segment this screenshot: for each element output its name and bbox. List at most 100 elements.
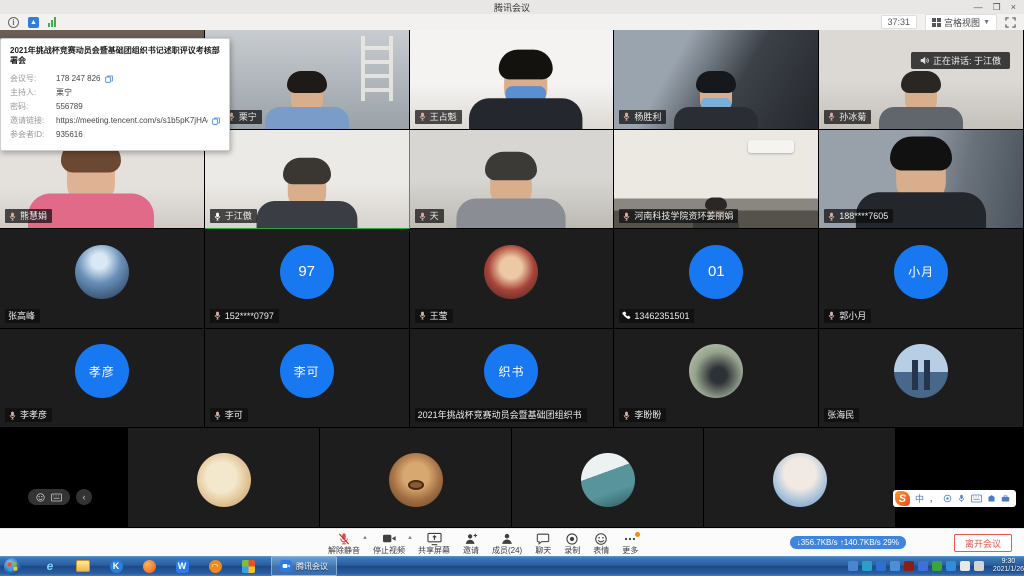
sogou-logo-icon[interactable]: S [895, 491, 910, 506]
participant-tile[interactable]: 孝彦李孝彦 [0, 329, 205, 429]
target-icon[interactable] [943, 494, 952, 503]
tray-qq-icon[interactable] [904, 561, 914, 571]
participant-name: 河南科技学院资环姜丽娟 [634, 210, 733, 222]
participant-tile[interactable]: 张海民 [819, 329, 1024, 429]
chevron-down-icon: ▼ [983, 19, 990, 26]
taskbar-app-k-app[interactable]: K [109, 559, 123, 573]
tray-shield-icon[interactable] [918, 561, 928, 571]
taskbar-app-sogou-browser[interactable] [142, 559, 156, 573]
toolbar-chat[interactable]: 聊天 [535, 532, 551, 555]
participant-tile[interactable]: 张高峰 [0, 229, 205, 329]
taskbar-app-ie-browser[interactable]: e [43, 559, 57, 573]
participant-tile[interactable]: 李盼盼 [614, 329, 819, 429]
avatar [894, 344, 948, 398]
toolbar-mic-muted[interactable]: ▲解除静音 [328, 532, 360, 555]
participant-name: 于江傲 [225, 210, 252, 222]
tray-cloud-icon[interactable] [862, 561, 872, 571]
toolbar-label: 邀请 [463, 546, 479, 555]
participant-namebar: 王占魁 [415, 110, 462, 124]
participant-name: 王占魁 [430, 111, 457, 123]
taskbar-app-file-explorer[interactable] [76, 559, 90, 573]
participant-tile[interactable]: 188****7605 [819, 130, 1024, 230]
clock-time: 9:30 [993, 558, 1024, 566]
participant-tile[interactable]: 织书2021年挑战杯竞赛动员会暨基础团组织书 [410, 329, 615, 429]
participant-tile[interactable]: 97152****0797 [205, 229, 410, 329]
maximize-button[interactable]: ❐ [993, 2, 1001, 13]
participant-tile[interactable]: 小月郭小月 [819, 229, 1024, 329]
taskbar-active-app[interactable]: 腾讯会议 [271, 556, 337, 576]
participant-tile[interactable]: 天 [410, 130, 615, 230]
meeting-info-row: 会议号:178 247 826 [10, 72, 220, 86]
participant-tile[interactable]: 于江傲 [205, 130, 410, 230]
taskbar-app-wifi-tool[interactable]: ◠ [208, 559, 222, 573]
participant-tile[interactable]: 孙冰菊 [819, 30, 1024, 130]
participant-tile[interactable] [128, 428, 320, 528]
reaction-quickbar[interactable] [28, 489, 70, 505]
network-quality-icon[interactable] [48, 17, 56, 27]
tray-wps-icon[interactable] [890, 561, 900, 571]
participant-tile[interactable]: 0113462351501 [614, 229, 819, 329]
copy-icon[interactable] [105, 75, 113, 83]
tencent-meeting-window: 腾讯会议 — ❐ × i ▲ 37:31 宫格视图 ▼ 栗宁王占魁杨胜利孙冰菊熊… [0, 0, 1024, 576]
participant-tile[interactable] [512, 428, 704, 528]
person-silhouette [452, 158, 572, 228]
camera-icon [382, 532, 397, 546]
leave-meeting-button[interactable]: 离开会议 [954, 534, 1012, 552]
meeting-info-icon[interactable]: i [8, 17, 19, 28]
taskbar-app-wps[interactable]: W [175, 559, 189, 573]
chevron-up-icon[interactable]: ▲ [407, 535, 413, 541]
toolbar-share-screen[interactable]: 共享屏幕 [418, 532, 450, 555]
tray-volume-icon[interactable] [960, 561, 970, 571]
start-button[interactable] [4, 558, 21, 575]
tray-display-icon[interactable] [974, 561, 984, 571]
participant-name: 王莹 [430, 310, 448, 322]
security-icon[interactable]: ▲ [28, 17, 39, 28]
toolbar-emoji[interactable]: 表情 [593, 532, 609, 555]
participant-namebar: 于江傲 [210, 209, 257, 223]
punctuation-icon[interactable]: ， [929, 492, 938, 505]
toolbar-label: 录制 [564, 546, 580, 555]
meeting-title: 2021年挑战杯竞赛动员会暨基础团组织书记述职评议考核部署会 [10, 46, 220, 66]
toolbar-members[interactable]: 成员(24) [492, 532, 522, 555]
tray-doc-icon[interactable] [848, 561, 858, 571]
tray-bird-icon[interactable] [946, 561, 956, 571]
participant-tile[interactable]: 王占魁 [410, 30, 615, 130]
input-mode-chinese[interactable]: 中 [915, 492, 924, 505]
toolbar-record[interactable]: 录制 [564, 532, 580, 555]
participant-name: 李可 [225, 409, 243, 421]
toolbox-icon[interactable] [1001, 494, 1010, 503]
participant-tile[interactable]: 栗宁 [205, 30, 410, 130]
copy-icon[interactable] [212, 117, 220, 125]
windows-taskbar: e K W ◠ 腾讯会议 9:30 2021/1/26 [0, 556, 1024, 576]
participant-tile[interactable]: 杨胜利 [614, 30, 819, 130]
toolbar-camera[interactable]: ▲停止视频 [373, 532, 405, 555]
soft-keyboard-icon[interactable] [971, 494, 982, 503]
view-mode-switch[interactable]: 宫格视图 ▼ [925, 14, 997, 31]
info-value: 178 247 826 [56, 72, 101, 86]
tray-green-icon[interactable] [932, 561, 942, 571]
fullscreen-icon[interactable] [1005, 17, 1016, 28]
participant-tile[interactable]: 王莹 [410, 229, 615, 329]
participant-tile[interactable]: 河南科技学院资环姜丽娟 [614, 130, 819, 230]
skin-icon[interactable] [987, 494, 996, 503]
participant-name: 郭小月 [839, 310, 866, 322]
voice-input-icon[interactable] [957, 494, 966, 503]
mic-icon [213, 411, 222, 420]
previous-page-button[interactable]: ‹ [76, 489, 92, 505]
participant-name: 天 [430, 210, 439, 222]
participant-tile[interactable]: 李可李可 [205, 329, 410, 429]
info-value: 935616 [56, 128, 83, 142]
tray-globe-icon[interactable] [876, 561, 886, 571]
close-button[interactable]: × [1011, 2, 1016, 12]
participant-tile[interactable] [704, 428, 896, 528]
avatar: 李可 [280, 344, 334, 398]
share-screen-icon [427, 532, 442, 546]
chevron-up-icon[interactable]: ▲ [362, 535, 368, 541]
taskbar-app-photos-app[interactable] [241, 559, 255, 573]
meeting-toolbar: ▲解除静音▲停止视频共享屏幕邀请成员(24)聊天录制表情更多 ↓356.7KB/… [0, 528, 1024, 557]
taskbar-clock[interactable]: 9:30 2021/1/26 [993, 558, 1024, 574]
toolbar-more[interactable]: 更多 [622, 532, 638, 555]
participant-tile[interactable] [320, 428, 512, 528]
toolbar-invite[interactable]: 邀请 [463, 532, 479, 555]
minimize-button[interactable]: — [974, 2, 983, 12]
